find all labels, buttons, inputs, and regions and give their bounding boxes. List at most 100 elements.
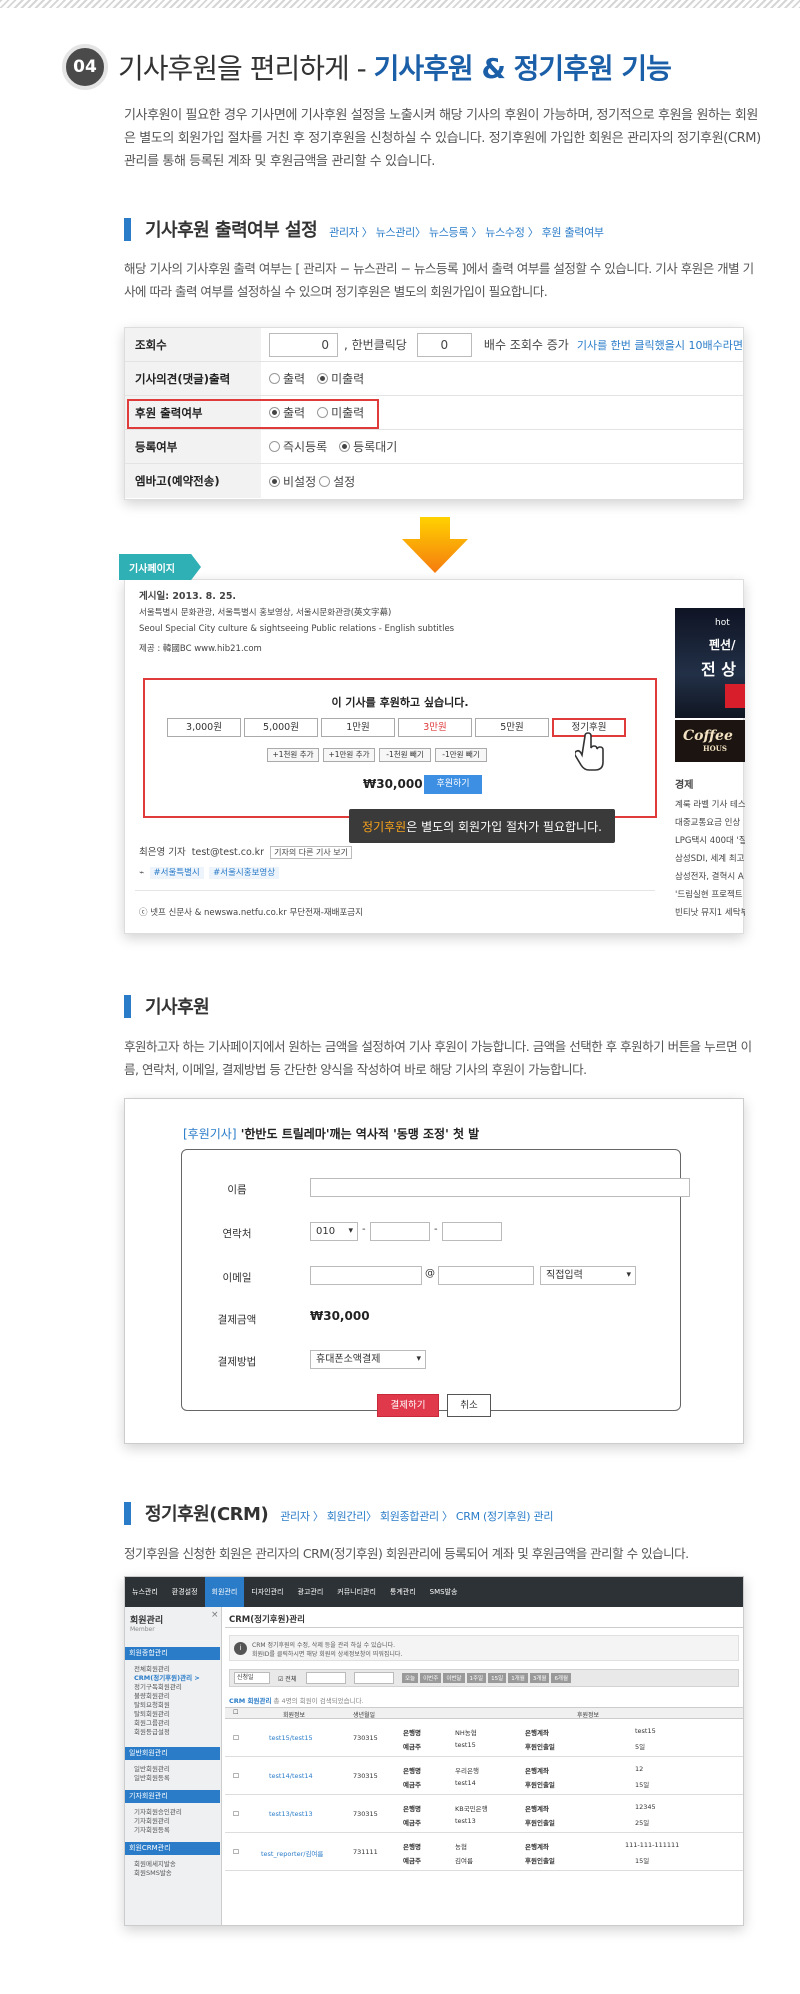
left-nav-item[interactable]: 기자회원등록 [134,1824,170,1834]
side-news-title: 경제 [675,780,694,791]
list-title: CRM 회원관리 총 4명의 회원이 검색되었습니다. [229,1697,364,1705]
side-news-item[interactable]: '드림실현 프로젝트 [675,888,745,900]
range-button[interactable]: 15일 [488,1673,507,1683]
nav-item[interactable]: 광고관리 [291,1577,331,1607]
adjust-button[interactable]: -1만원 빼기 [435,748,487,762]
notice-box: i CRM 정기후원의 수정, 삭제 등을 관리 하실 수 있습니다. 회원ID… [229,1635,739,1661]
range-button[interactable]: 3개월 [529,1673,550,1683]
opinion-option-on[interactable]: 출력 [269,370,305,387]
side-news-item[interactable]: 삼성전자, 결혁시 A [675,870,745,882]
side-news-item[interactable]: 대중교통요금 인상 [675,816,745,828]
date-to-input[interactable] [354,1672,394,1684]
nav-item[interactable]: SMS발송 [423,1577,465,1607]
amount-button[interactable]: 3,000원 [167,718,241,737]
adjust-button[interactable]: -1천원 빼기 [379,748,431,762]
amount-button-selected[interactable]: 3만원 [398,718,472,737]
amount-label: 결제금액 [217,1314,257,1326]
adjust-button[interactable]: +1만원 추가 [323,748,375,762]
settings-table: 조회수 0 , 한번클릭당 0 배수 조회수 증가 기사를 한번 클릭했을시 10배수라… [124,327,744,500]
filter-select[interactable]: 신청일 [234,1672,270,1684]
views-input[interactable]: 0 [269,332,338,357]
method-select[interactable]: 휴대폰소액결제 [310,1350,426,1369]
email-domain-select[interactable]: 직접입력 [540,1266,636,1285]
member-id-link[interactable]: test13/test13 [269,1810,313,1818]
article-tag[interactable]: #서울시홍보영상 [209,867,280,879]
date-from-input[interactable] [306,1672,346,1684]
crm-main: CRM(정기후원)관리 i CRM 정기후원의 수정, 삭제 등을 관리 하실 … [225,1607,743,1925]
embargo-option-off[interactable]: 비설정 [269,473,316,490]
left-nav-group[interactable]: 회원종합관리 [125,1647,220,1660]
name-input[interactable] [310,1178,690,1197]
side-news-item[interactable]: LPG택시 400대 '질 [675,834,745,846]
left-nav-item[interactable]: 일반회원등록 [134,1772,170,1782]
table-row[interactable]: ☐ test14/test14 730315 은행명 우리은행 예금주 test14… [225,1757,743,1795]
table-row[interactable]: ☐ test15/test15 730315 은행명 NH농협 예금주 test15… [225,1719,743,1757]
multiplier-input[interactable]: 0 [416,332,472,357]
nav-item-active[interactable]: 회원관리 [204,1577,245,1607]
left-nav-item[interactable]: 회원SMS발송 [134,1867,172,1877]
section-header: 04 기사후원을 편리하게 - 기사후원 & 정기후원 기능 [62,44,672,90]
section1-desc: 해당 기사의 기사후원 출력 여부는 [ 관리자 − 뉴스관리 − 뉴스등록 ]… [124,261,754,299]
section-number-badge: 04 [62,44,108,90]
radio-checked-icon [339,441,351,452]
article-tag[interactable]: #서울특별시 [149,867,204,879]
nav-item[interactable]: 커뮤니티관리 [330,1577,383,1607]
nav-item[interactable]: 환경설정 [165,1577,205,1607]
left-nav-group[interactable]: 일반회원관리 [125,1747,220,1760]
phone-last-input[interactable] [442,1222,502,1241]
range-button[interactable]: 이번주 [420,1673,442,1683]
side-news-item[interactable]: 계룩 라벨 기사 테스 [675,798,745,810]
nav-item[interactable]: 디자인관리 [244,1577,290,1607]
row-checkbox[interactable]: ☐ [233,1772,239,1780]
phone-prefix-select[interactable]: 010 [310,1222,358,1241]
section3-path: 관리자 〉 회원간리〉 회원종합관리 〉 CRM (정기후원) 관리 [280,1510,554,1523]
amount-button[interactable]: 5,000원 [244,718,318,737]
range-button[interactable]: 1개월 [508,1673,528,1683]
email-id-input[interactable] [310,1266,422,1285]
copyright: ⓒ 넷프 신문사 & newswa.netfu.co.kr 무단전재-재배포금지 [139,908,363,918]
member-id-link[interactable]: test_reporter/김여름 [261,1848,323,1858]
left-nav-item[interactable]: 회원등급설정 [134,1726,170,1736]
opinion-label: 기사의견(댓글)출력 [125,362,261,395]
range-button[interactable]: 6개월 [551,1673,572,1683]
table-row[interactable]: ☐ test_reporter/김여름 731111 은행명 농협 예금주 김여름 … [225,1833,743,1871]
section3-desc: 정기후원을 신청한 회원은 관리자의 CRM(정기후원) 회원관리에 등록되어 … [124,1546,689,1561]
side-news-item[interactable]: 삼성SDI, 세계 최고 [675,852,745,864]
other-articles-button[interactable]: 기자의 다른 기사 보기 [270,846,353,859]
adjust-button[interactable]: +1천원 추가 [267,748,319,762]
section-bar [124,217,131,241]
nav-item[interactable]: 뉴스관리 [125,1577,165,1607]
amount-button[interactable]: 5만원 [475,718,549,737]
views-row: 조회수 0 , 한번클릭당 0 배수 조회수 증가 기사를 한번 클릭했을시 10배수라… [125,328,743,362]
nav-item[interactable]: 통계관리 [383,1577,423,1607]
phone-label: 연락처 [222,1228,252,1240]
phone-middle-input[interactable] [370,1222,430,1241]
amount-button[interactable]: 1만원 [321,718,395,737]
register-label: 등록여부 [125,430,261,463]
member-id-link[interactable]: test14/test14 [269,1772,313,1780]
register-option-wait[interactable]: 등록대기 [339,438,397,455]
radio-checked-icon [317,373,329,384]
left-nav-group[interactable]: 회원CRM관리 [125,1842,220,1855]
row-checkbox[interactable]: ☐ [233,1734,239,1742]
left-nav-group[interactable]: 기자회원관리 [125,1790,220,1803]
table-row[interactable]: ☐ test13/test13 730315 은행명 KB국민은행 예금주 test… [225,1795,743,1833]
opinion-option-off[interactable]: 미출력 [317,370,364,387]
row-checkbox[interactable]: ☐ [233,1810,239,1818]
pay-button[interactable]: 결제하기 [377,1394,439,1417]
donate-button[interactable]: 후원하기 [424,775,482,794]
side-news-item[interactable]: 빈티낫 뮤지1 세탁부 [675,906,745,918]
register-option-now[interactable]: 즉시등록 [269,438,327,455]
title-main: 기사후원을 편리하게 - [118,52,374,85]
range-button[interactable]: 이번달 [443,1673,465,1683]
embargo-option-on[interactable]: 설정 [319,473,355,490]
range-button[interactable]: 1주일 [466,1673,487,1683]
section3-title: 정기후원(CRM) [145,1504,269,1525]
cancel-button[interactable]: 취소 [447,1394,491,1417]
radio-checked-icon [269,475,280,487]
range-button[interactable]: 오늘 [402,1673,419,1683]
email-domain-input[interactable] [438,1266,534,1285]
member-id-link[interactable]: test15/test15 [269,1734,313,1742]
row-checkbox[interactable]: ☐ [233,1848,239,1856]
close-icon[interactable]: × [211,1610,219,1620]
